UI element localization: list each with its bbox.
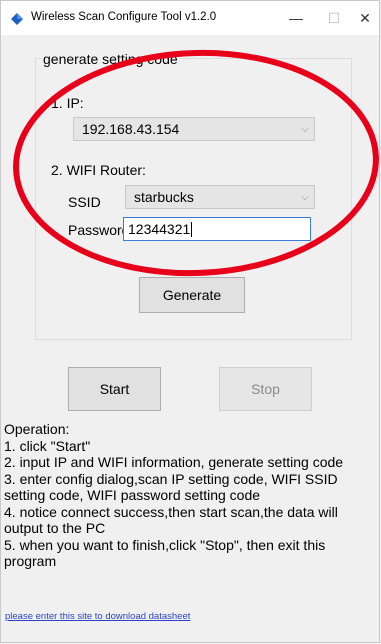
- ip-select-value: 192.168.43.154: [82, 121, 180, 137]
- start-button[interactable]: Start: [68, 367, 161, 411]
- title-bar: Wireless Scan Configure Tool v1.2.0 — ☐ …: [1, 1, 379, 35]
- app-window: Wireless Scan Configure Tool v1.2.0 — ☐ …: [0, 0, 380, 643]
- groupbox-legend: generate setting code: [41, 51, 180, 67]
- password-input-value: 12344321: [128, 221, 191, 237]
- close-button[interactable]: ✕: [346, 1, 381, 35]
- ip-label: 1. IP:: [51, 95, 84, 111]
- operation-step: 1. click "Start": [4, 437, 91, 454]
- ssid-label: SSID: [68, 194, 101, 210]
- minimize-button[interactable]: —: [277, 1, 315, 35]
- window-title: Wireless Scan Configure Tool v1.2.0: [31, 11, 217, 23]
- operation-heading: Operation:: [4, 421, 70, 437]
- ssid-select[interactable]: starbucks ⌵: [125, 185, 315, 209]
- password-input[interactable]: 12344321: [123, 217, 311, 241]
- operation-step: 5. when you want to finish,click "Stop",…: [4, 536, 326, 570]
- app-diamond-icon: [11, 13, 23, 25]
- password-label: Password: [68, 222, 130, 238]
- operation-step: 2. input IP and WIFI information, genera…: [4, 454, 344, 470]
- operation-step: 3. enter config dialog,scan IP setting c…: [4, 470, 338, 504]
- chevron-down-icon: ⌵: [301, 123, 309, 135]
- operation-instructions: Operation: 1. click "Start" 2. input IP …: [4, 421, 376, 570]
- generate-button[interactable]: Generate: [139, 277, 245, 313]
- chevron-down-icon: ⌵: [301, 191, 309, 203]
- ssid-select-value: starbucks: [134, 189, 194, 205]
- operation-step: 4. notice connect success,then start sca…: [4, 503, 338, 537]
- stop-button: Stop: [219, 367, 312, 411]
- text-caret: [191, 221, 193, 237]
- datasheet-link[interactable]: please enter this site to download datas…: [5, 611, 190, 622]
- wifi-router-label: 2. WIFI Router:: [51, 162, 146, 178]
- ip-select[interactable]: 192.168.43.154 ⌵: [73, 117, 315, 141]
